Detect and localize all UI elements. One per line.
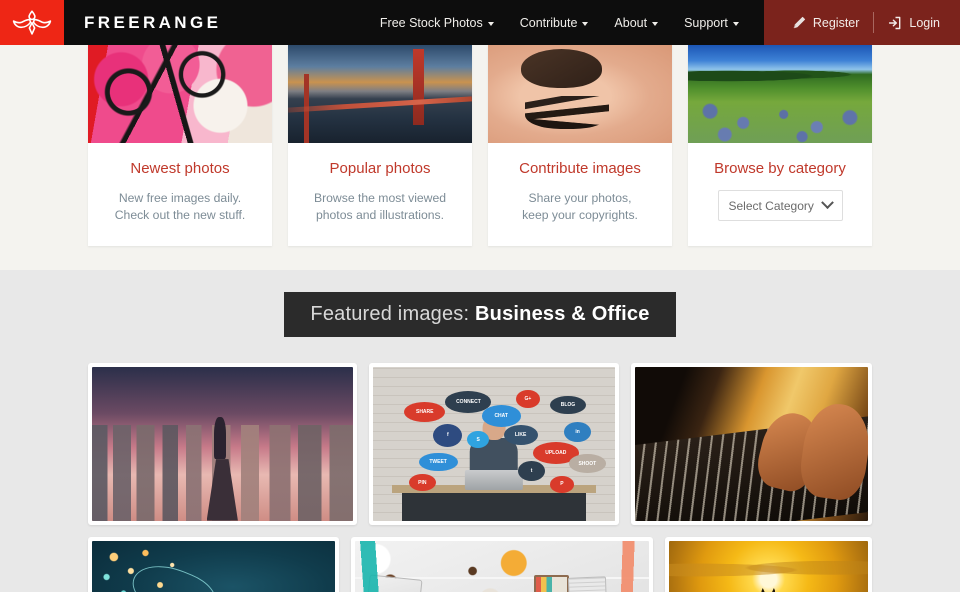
card-desc-line-1: New free images daily.	[118, 191, 242, 205]
logo-tile[interactable]	[0, 0, 64, 45]
card-thumbnail-graffiti[interactable]	[88, 45, 272, 143]
site-header: FREERANGE Free Stock Photos Contribute A…	[0, 0, 960, 45]
social-bubble: G+	[515, 389, 541, 409]
auth-area: Register Login	[763, 0, 960, 45]
nav-label: Contribute	[519, 15, 578, 30]
gallery-item-typing-hands[interactable]	[631, 362, 872, 525]
chevron-down-icon	[732, 21, 739, 26]
login-button[interactable]: Login	[874, 0, 954, 45]
sign-in-icon	[888, 16, 902, 30]
social-bubble: f	[433, 423, 463, 447]
gallery-row-1: SHARE CONNECT CHAT G+ BLOG f S LIKE in UPLOAD TWEE…	[88, 362, 872, 525]
social-bubble: SHOOT	[569, 454, 606, 473]
card-body: Browse by category Select Category	[688, 143, 872, 246]
social-bubble: LIKE	[503, 425, 538, 446]
card-thumbnail-field[interactable]	[688, 45, 872, 143]
pencil-icon	[792, 16, 806, 30]
card-description: Share your photos, keep your copyrights.	[500, 190, 660, 224]
gallery-item-city-skyline[interactable]	[88, 362, 357, 525]
card-desc-line-1: Browse the most viewed	[313, 191, 447, 205]
social-bubble: SHARE	[404, 402, 446, 423]
card-desc-line-2: keep your copyrights.	[522, 207, 638, 222]
login-label: Login	[909, 15, 940, 30]
card-thumbnail-portrait[interactable]	[488, 45, 672, 143]
gallery-item-digital-network[interactable]	[88, 536, 339, 592]
chevron-down-icon	[820, 196, 834, 210]
nav-item-contribute[interactable]: Contribute	[507, 0, 602, 45]
card-body: Contribute images Share your photos, kee…	[488, 143, 672, 246]
nav-item-about[interactable]: About	[601, 0, 671, 45]
card-thumbnail-bridge[interactable]	[288, 45, 472, 143]
card-description: New free images daily. Check out the new…	[100, 190, 260, 224]
card-title[interactable]: Contribute images	[500, 160, 660, 177]
chevron-down-icon	[487, 21, 494, 26]
card-contribute-images[interactable]: Contribute images Share your photos, kee…	[488, 45, 672, 246]
gallery-row-2	[88, 536, 872, 592]
social-bubble: TWEET	[418, 452, 458, 472]
card-newest-photos[interactable]: Newest photos New free images daily. Che…	[88, 45, 272, 246]
card-desc-line-2: photos and illustrations.	[315, 207, 445, 222]
chevron-down-icon	[582, 21, 589, 26]
featured-gallery: SHARE CONNECT CHAT G+ BLOG f S LIKE in UPLOAD TWEE…	[88, 362, 872, 592]
social-bubble: t	[518, 460, 545, 481]
card-description: Browse the most viewed photos and illust…	[300, 190, 460, 224]
featured-label: Featured images:	[310, 302, 470, 325]
social-wall-scene: SHARE CONNECT CHAT G+ BLOG f S LIKE in UPLOAD TWEE…	[372, 366, 616, 521]
nav-item-free-stock-photos[interactable]: Free Stock Photos	[367, 0, 507, 45]
social-bubble: CHAT	[481, 405, 521, 427]
nav-item-support[interactable]: Support	[671, 0, 752, 45]
social-bubble: in	[564, 422, 591, 443]
quick-links-section: Newest photos New free images daily. Che…	[0, 45, 960, 270]
card-desc-line-2: Check out the new stuff.	[114, 207, 246, 222]
category-select[interactable]: Select Category	[717, 190, 843, 221]
category-select-value: Select Category	[728, 198, 814, 213]
card-popular-photos[interactable]: Popular photos Browse the most viewed ph…	[288, 45, 472, 246]
main-navigation: Free Stock Photos Contribute About Suppo…	[367, 0, 752, 45]
featured-banner: Featured images: Business & Office	[284, 291, 676, 337]
card-body: Popular photos Browse the most viewed ph…	[288, 143, 472, 246]
gallery-item-sunset-silhouette[interactable]	[664, 536, 872, 592]
social-bubble: P	[549, 475, 574, 493]
chevron-down-icon	[652, 21, 659, 26]
card-title[interactable]: Browse by category	[700, 160, 860, 177]
nav-label: About	[614, 15, 648, 30]
gallery-item-office-desk-flatlay[interactable]	[350, 536, 653, 592]
card-browse-by-category[interactable]: Browse by category Select Category	[688, 45, 872, 246]
bird-logo-icon	[12, 9, 52, 36]
featured-banner-wrap: Featured images: Business & Office	[0, 291, 960, 337]
card-title[interactable]: Popular photos	[300, 160, 460, 177]
header-spacer	[221, 0, 367, 45]
quick-links-cards: Newest photos New free images daily. Che…	[88, 45, 872, 246]
brand-name[interactable]: FREERANGE	[64, 0, 221, 45]
featured-images-section: Featured images: Business & Office SHARE…	[0, 269, 960, 592]
register-button[interactable]: Register	[778, 0, 874, 45]
card-title[interactable]: Newest photos	[100, 160, 260, 177]
nav-label: Support	[684, 15, 728, 30]
social-bubble: BLOG	[549, 395, 587, 415]
card-desc-line-1: Share your photos,	[528, 191, 632, 205]
gallery-item-social-media-wall[interactable]: SHARE CONNECT CHAT G+ BLOG f S LIKE in UPLOAD TWEE…	[368, 362, 620, 525]
featured-category: Business & Office	[475, 302, 650, 325]
card-body: Newest photos New free images daily. Che…	[88, 143, 272, 246]
register-label: Register	[812, 15, 860, 30]
nav-label: Free Stock Photos	[379, 15, 483, 30]
